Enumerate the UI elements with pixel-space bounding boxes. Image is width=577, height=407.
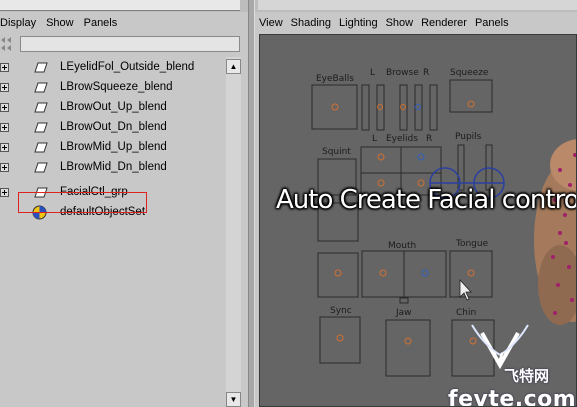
overlay-title: Auto Create Facial control — [276, 185, 577, 215]
watermark-logo-letter: V — [493, 351, 504, 367]
label-l-marker: L — [370, 68, 375, 78]
blendshape-node-icon — [34, 122, 48, 132]
tongue-control[interactable] — [449, 250, 493, 298]
control-handle[interactable] — [377, 153, 385, 161]
label-r-marker: R — [423, 68, 429, 78]
control-handle[interactable] — [467, 269, 475, 277]
watermark-cn-text: 飞特网 — [504, 367, 550, 385]
list-item[interactable]: LBrowMid_Up_blend — [0, 137, 226, 157]
list-item[interactable]: LBrowOut_Up_blend — [0, 97, 226, 117]
3d-viewport[interactable]: EyeBalls L Browse R Squeeze L Eyelids R … — [259, 34, 577, 407]
outliner-toolbar — [0, 34, 248, 54]
list-item-label: LBrowOut_Up_blend — [60, 101, 167, 113]
eyeballs-control[interactable] — [311, 84, 358, 130]
label-eyelids: Eyelids — [386, 134, 418, 144]
menu-panels[interactable]: Panels — [78, 17, 118, 29]
top-toolbar-strip — [0, 0, 577, 12]
panel-splitter[interactable] — [248, 0, 255, 407]
watermark-en-text: fevte.com — [448, 387, 577, 407]
viewport-panel: View Shading Lighting Show Renderer Pane… — [255, 12, 577, 407]
list-item-label: LBrowOut_Dn_blend — [60, 121, 167, 133]
label-chin: Chin — [456, 308, 476, 318]
expand-toggle-icon[interactable] — [0, 62, 9, 72]
top-field-right[interactable] — [258, 0, 577, 10]
list-item-label: LBrowMid_Up_blend — [60, 141, 167, 153]
label-mouth: Mouth — [388, 241, 416, 251]
control-handle[interactable] — [334, 269, 342, 277]
blendshape-node-icon — [34, 162, 48, 172]
filter-arrows-icon[interactable] — [0, 36, 18, 52]
brow-slider[interactable] — [429, 84, 438, 131]
menu-shading[interactable]: Shading — [287, 17, 331, 29]
watermark-logo: V — [471, 324, 529, 370]
menu-show[interactable]: Show — [40, 17, 74, 29]
label-browse: Browse — [386, 68, 419, 78]
menu-show[interactable]: Show — [382, 17, 414, 29]
blendshape-node-icon — [34, 102, 48, 112]
list-item[interactable]: LEyelidFol_Outside_blend — [0, 57, 226, 77]
facial-controls-canvas: EyeBalls L Browse R Squeeze L Eyelids R … — [311, 68, 576, 377]
outliner-scrollbar[interactable]: ▲ ▼ — [226, 57, 241, 407]
control-handle[interactable] — [415, 104, 421, 110]
menu-lighting[interactable]: Lighting — [335, 17, 378, 29]
menu-renderer[interactable]: Renderer — [417, 17, 467, 29]
expand-toggle-icon[interactable] — [0, 142, 9, 152]
blendshape-node-icon — [34, 62, 48, 72]
label-l-marker: L — [372, 134, 377, 144]
list-item[interactable]: LBrowOut_Dn_blend — [0, 117, 226, 137]
control-handle[interactable] — [377, 104, 383, 110]
top-field-left[interactable] — [0, 0, 240, 11]
mouth-control[interactable] — [361, 250, 405, 298]
outliner-panel: Display Show Panels LEyelidFol_Outside_b… — [0, 12, 248, 407]
label-squeeze: Squeeze — [450, 68, 489, 78]
list-item[interactable]: LBrowMid_Dn_blend — [0, 157, 226, 177]
outliner-menubar: Display Show Panels — [0, 14, 248, 32]
control-handle[interactable] — [336, 334, 344, 342]
viewport-menubar: View Shading Lighting Show Renderer Pane… — [255, 14, 577, 32]
outliner-list: LEyelidFol_Outside_blend LBrowSqueeze_bl… — [0, 57, 226, 407]
expand-toggle-icon[interactable] — [0, 162, 9, 172]
sync-control[interactable] — [319, 316, 361, 364]
control-handle[interactable] — [379, 269, 387, 277]
control-handle[interactable] — [467, 100, 475, 108]
brow-slider[interactable] — [361, 84, 370, 131]
mouth-side-control[interactable] — [317, 252, 359, 298]
outliner-search-input[interactable] — [20, 36, 240, 52]
control-handle[interactable] — [404, 337, 412, 345]
control-handle[interactable] — [400, 104, 406, 110]
list-item-label: LBrowSqueeze_blend — [60, 81, 173, 93]
control-handle[interactable] — [469, 337, 477, 345]
expand-toggle-icon[interactable] — [0, 122, 9, 132]
label-squint: Squint — [322, 147, 351, 157]
control-handle[interactable] — [421, 269, 429, 277]
list-item[interactable]: LBrowSqueeze_blend — [0, 77, 226, 97]
expand-toggle-icon[interactable] — [0, 82, 9, 92]
control-handle[interactable] — [417, 153, 425, 161]
list-item-label: LEyelidFol_Outside_blend — [60, 61, 195, 73]
control-handle[interactable] — [331, 103, 339, 111]
menu-view[interactable]: View — [255, 17, 283, 29]
menu-display[interactable]: Display — [0, 17, 36, 29]
blendshape-node-icon — [34, 142, 48, 152]
menu-panels[interactable]: Panels — [471, 17, 509, 29]
mouth-control[interactable] — [403, 250, 447, 298]
expand-toggle-icon[interactable] — [0, 187, 9, 197]
selection-highlight-box — [18, 192, 147, 213]
scroll-down-arrow-icon[interactable]: ▼ — [226, 392, 241, 407]
scroll-up-arrow-icon[interactable]: ▲ — [226, 59, 241, 74]
face-model — [534, 139, 576, 325]
label-pupils: Pupils — [455, 132, 482, 142]
blendshape-node-icon — [34, 82, 48, 92]
label-jaw: Jaw — [395, 308, 412, 318]
mouth-slider[interactable] — [399, 297, 409, 304]
label-r-marker: R — [426, 134, 432, 144]
label-sync: Sync — [330, 306, 352, 316]
expand-toggle-icon[interactable] — [0, 102, 9, 112]
jaw-control[interactable] — [385, 319, 431, 377]
label-tongue: Tongue — [455, 239, 489, 249]
label-eyeballs: EyeBalls — [316, 74, 354, 84]
list-item-label: LBrowMid_Dn_blend — [60, 161, 167, 173]
